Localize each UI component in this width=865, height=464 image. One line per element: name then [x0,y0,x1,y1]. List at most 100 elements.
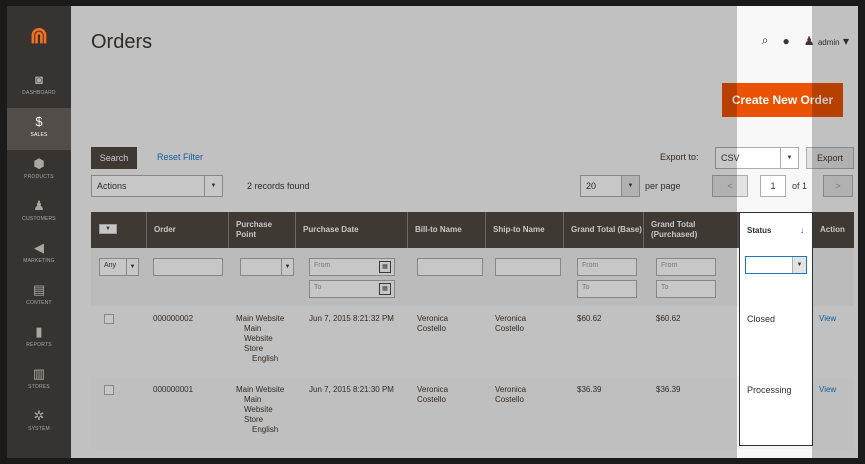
dollar-icon: $ [35,114,43,129]
chevron-down-icon: ▼ [204,176,222,196]
actions-select[interactable]: Actions ▼ [91,175,223,197]
point-line: Store [244,415,264,424]
export-button[interactable]: Export [806,147,854,169]
point-line: Main Website [236,314,285,323]
point-line: Main [244,324,262,333]
status-filter-select[interactable]: ▼ [745,256,807,274]
chevron-down-icon: ▼ [780,148,798,168]
sidebar-item-label: PRODUCTS [24,174,54,180]
calendar-icon[interactable]: ▦ [379,261,391,273]
search-button[interactable]: Search [91,147,137,169]
total-pages: of 1 [792,181,808,191]
row-checkbox[interactable] [104,385,114,395]
export-format-select[interactable]: CSV ▼ [715,147,799,169]
row-checkbox[interactable] [104,314,114,324]
user-menu[interactable]: ♟ admin ▾ [804,34,849,48]
bill-line: Veronica [417,385,449,394]
magento-logo-icon[interactable]: ⋒ [29,24,49,48]
sidebar-item-customers[interactable]: ♟ CUSTOMERS [7,192,71,234]
mass-action-checkbox[interactable]: ▼ [99,224,117,234]
view-link[interactable]: View [819,385,836,395]
dashboard-icon: ◙ [35,72,43,87]
bill-to-filter-input[interactable] [417,258,483,276]
bill-line: Costello [417,324,446,333]
create-new-order-button[interactable]: Create New Order [722,83,843,117]
col-status[interactable]: Status ↓ [739,212,813,248]
bar-chart-icon: ▮ [35,324,43,339]
sidebar-item-label: SYSTEM [28,426,50,432]
from-placeholder: From [582,262,599,269]
sidebar-item-label: MARKETING [23,258,55,264]
ship-to-filter-input[interactable] [495,258,561,276]
header-actions: ⌕ ● ♟ admin ▾ [762,33,849,48]
records-found: 2 records found [247,181,310,191]
purchase-point-select[interactable]: ▼ [240,258,294,276]
point-line: English [252,354,279,363]
search-icon[interactable]: ⌕ [762,33,769,48]
sidebar-item-reports[interactable]: ▮ REPORTS [7,318,71,360]
order-filter-input[interactable] [153,258,223,276]
bill-line: Costello [417,395,446,404]
purchased-from-input[interactable]: From [656,258,716,276]
purchased-to-input[interactable]: To [656,280,716,298]
point-line: Website [244,405,273,414]
reset-filter-link[interactable]: Reset Filter [157,152,203,162]
sort-arrow-icon: ↓ [800,225,804,235]
purchase-date: Jun 7, 2015 8:21:30 PM [309,385,394,394]
to-placeholder: To [661,284,669,291]
sidebar-item-products[interactable]: ⬢ PRODUCTS [7,150,71,192]
col-bill-to-name[interactable]: Bill-to Name [407,212,485,248]
sidebar-item-content[interactable]: ▤ CONTENT [7,276,71,318]
bell-icon[interactable]: ● [782,34,789,48]
megaphone-icon: ◀ [34,240,44,255]
sidebar-item-label: CONTENT [26,300,52,306]
sidebar-item-label: CUSTOMERS [22,216,56,222]
previous-page-button[interactable]: < [712,175,748,197]
grand-total-base: $36.39 [577,385,602,394]
bill-line: Veronica [417,314,449,323]
col-ship-to-name[interactable]: Ship-to Name [485,212,563,248]
actions-value: Actions [97,181,127,191]
sidebar-item-stores[interactable]: ▥ STORES [7,360,71,402]
sidebar-item-label: DASHBOARD [22,90,56,96]
next-page-button[interactable]: > [823,175,853,197]
ship-line: Veronica [495,385,527,394]
order-id: 000000002 [153,314,194,323]
point-line: English [252,425,279,434]
sidebar-item-sales[interactable]: $ SALES [7,108,71,150]
user-icon: ♟ [803,33,815,48]
export-format-value: CSV [721,153,740,163]
col-purchase-date[interactable]: Purchase Date [295,212,407,248]
col-grand-total-purchased[interactable]: Grand Total (Purchased) [643,212,739,248]
sidebar-item-system[interactable]: ✲ SYSTEM [7,402,71,444]
sidebar-item-dashboard[interactable]: ◙ DASHBOARD [7,66,71,108]
sidebar-item-marketing[interactable]: ◀ MARKETING [7,234,71,276]
any-select[interactable]: Any ▼ [99,258,139,276]
base-to-input[interactable]: To [577,280,637,298]
ship-line: Veronica [495,314,527,323]
purchase-date: Jun 7, 2015 8:21:32 PM [309,314,394,323]
export-to-label: Export to: [660,152,699,162]
person-icon: ♟ [33,198,45,213]
to-placeholder: To [314,284,322,291]
base-from-input[interactable]: From [577,258,637,276]
current-page-input[interactable]: 1 [760,175,786,197]
from-placeholder: From [661,262,678,269]
status-value: Closed [747,314,776,324]
col-grand-total-base[interactable]: Grand Total (Base) [563,212,643,248]
chevron-down-icon: ▼ [281,259,293,275]
date-to-input[interactable]: To ▦ [309,280,395,298]
per-page-select[interactable]: 20 ▼ [580,175,640,197]
calendar-icon[interactable]: ▦ [379,283,391,295]
any-value: Any [104,262,117,269]
from-placeholder: From [314,262,331,269]
grand-total-purchased: $36.39 [656,385,681,394]
chevron-down-icon: ▼ [792,257,806,273]
point-line: Main Website [236,385,285,394]
date-from-input[interactable]: From ▦ [309,258,395,276]
col-purchase-point[interactable]: Purchase Point [228,212,294,248]
col-order[interactable]: Order [146,212,211,248]
admin-name: admin [817,37,840,47]
point-line: Website [244,334,273,343]
view-link[interactable]: View [819,314,836,324]
